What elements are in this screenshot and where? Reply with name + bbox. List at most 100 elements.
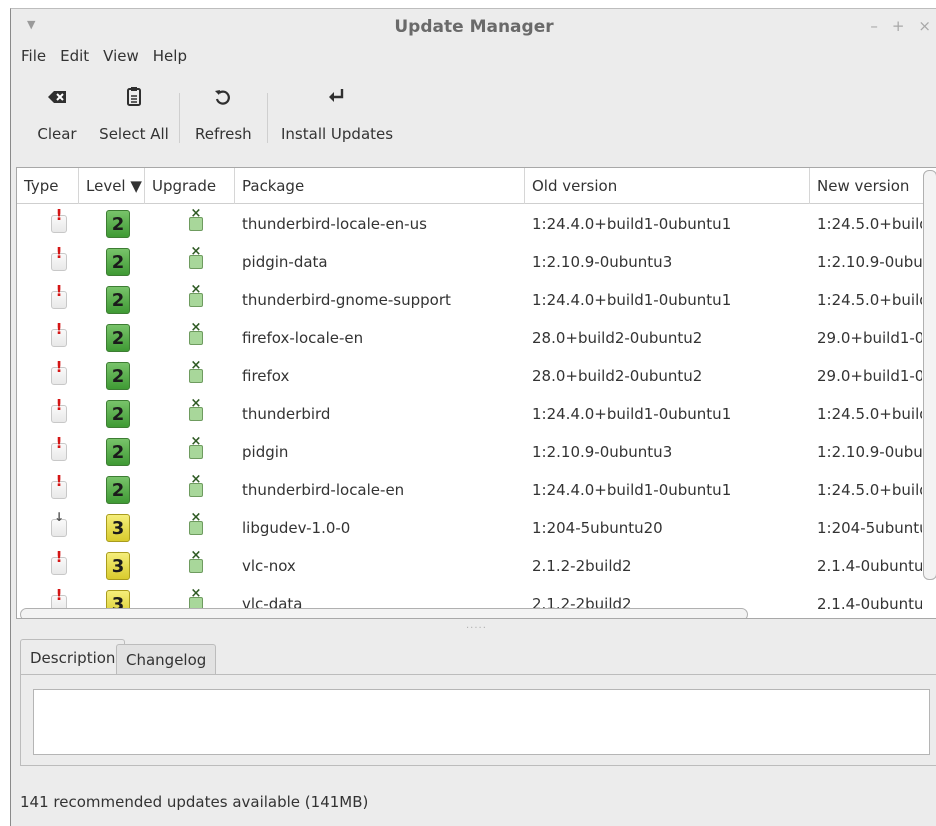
column-new-version[interactable]: New version xyxy=(810,168,930,204)
table-row[interactable]: 2 thunderbird 1:24.4.0+build1-0ubuntu1 1:24… xyxy=(17,395,936,433)
tab-changelog[interactable]: Changelog xyxy=(116,644,217,675)
package-name: thunderbird-locale-en-us xyxy=(242,215,427,233)
new-version: 1:2.10.9-0ubun xyxy=(817,443,922,461)
close-button[interactable]: × xyxy=(918,17,931,35)
refresh-label: Refresh xyxy=(195,125,252,143)
upgrade-checkbox[interactable] xyxy=(189,358,203,383)
level-badge: 2 xyxy=(106,476,130,504)
level-badge: 2 xyxy=(106,248,130,276)
package-name: vlc-nox xyxy=(242,557,296,575)
table-row[interactable]: 2 thunderbird-locale-en 1:24.4.0+build1-0u… xyxy=(17,471,936,509)
security-update-icon xyxy=(51,358,67,385)
tab-description[interactable]: Description xyxy=(20,639,126,675)
old-version: 2.1.2-2build2 xyxy=(532,557,632,575)
column-old-version[interactable]: Old version xyxy=(525,168,810,204)
new-version: 29.0+build1-0u xyxy=(817,329,922,347)
refresh-button[interactable]: Refresh xyxy=(195,83,252,143)
toolbar-separator xyxy=(267,93,268,143)
security-update-icon xyxy=(51,244,67,271)
level-badge: 3 xyxy=(106,514,130,542)
column-upgrade[interactable]: Upgrade xyxy=(145,168,235,204)
old-version: 1:2.10.9-0ubuntu3 xyxy=(532,443,673,461)
minimize-button[interactable]: – xyxy=(870,17,878,35)
select-all-button[interactable]: Select All xyxy=(99,83,169,143)
table-row[interactable]: 2 firefox 28.0+build2-0ubuntu2 29.0+build1-… xyxy=(17,357,936,395)
menu-edit[interactable]: Edit xyxy=(60,47,89,71)
table-row[interactable]: 2 thunderbird-gnome-support 1:24.4.0+build… xyxy=(17,281,936,319)
package-name: pidgin xyxy=(242,443,289,461)
column-level[interactable]: Level ▼ xyxy=(79,168,145,204)
level-badge: 2 xyxy=(106,362,130,390)
column-type[interactable]: Type xyxy=(17,168,79,204)
description-pane xyxy=(20,674,936,766)
refresh-icon xyxy=(215,90,230,105)
upgrade-checkbox[interactable] xyxy=(189,320,203,345)
menu-view[interactable]: View xyxy=(103,47,139,71)
upgrade-checkbox[interactable] xyxy=(189,282,203,307)
level-badge: 2 xyxy=(106,286,130,314)
old-version: 28.0+build2-0ubuntu2 xyxy=(532,329,703,347)
new-version: 29.0+build1-0u xyxy=(817,367,922,385)
package-name: thunderbird xyxy=(242,405,331,423)
package-update-icon xyxy=(51,510,67,537)
new-version: 1:24.5.0+build1 xyxy=(817,291,922,309)
table-row[interactable]: 3 libgudev-1.0-0 1:204-5ubuntu20 1:204-5ubu… xyxy=(17,509,936,547)
clipboard-icon xyxy=(127,87,141,106)
menu-bar: File Edit View Help xyxy=(11,47,187,71)
return-arrow-icon xyxy=(329,89,344,102)
upgrade-checkbox[interactable] xyxy=(189,434,203,459)
upgrade-checkbox[interactable] xyxy=(189,244,203,269)
new-version: 1:24.5.0+build1 xyxy=(817,481,922,499)
package-name: thunderbird-locale-en xyxy=(242,481,405,499)
table-row[interactable]: 2 thunderbird-locale-en-us 1:24.4.0+build1… xyxy=(17,205,936,243)
maximize-button[interactable]: + xyxy=(892,17,905,35)
package-name: firefox xyxy=(242,367,290,385)
security-update-icon xyxy=(51,320,67,347)
new-version: 2.1.4-0ubuntu1 xyxy=(817,595,922,613)
security-update-icon xyxy=(51,282,67,309)
toolbar-separator xyxy=(179,93,180,143)
description-text-area[interactable] xyxy=(33,689,930,755)
menu-help[interactable]: Help xyxy=(153,47,187,71)
upgrade-checkbox[interactable] xyxy=(189,206,203,231)
install-updates-label: Install Updates xyxy=(281,125,394,143)
install-updates-button[interactable]: Install Updates xyxy=(281,83,393,143)
security-update-icon xyxy=(51,396,67,423)
upgrade-checkbox[interactable] xyxy=(189,548,203,573)
update-manager-window: ▼ Update Manager – + × File Edit View He… xyxy=(10,8,936,826)
menu-file[interactable]: File xyxy=(21,47,46,71)
level-badge: 3 xyxy=(106,552,130,580)
security-update-icon xyxy=(51,206,67,233)
old-version: 1:24.4.0+build1-0ubuntu1 xyxy=(532,405,732,423)
table-row[interactable]: 2 pidgin-data 1:2.10.9-0ubuntu3 1:2.10.9-0u… xyxy=(17,243,936,281)
old-version: 1:24.4.0+build1-0ubuntu1 xyxy=(532,481,732,499)
clear-button[interactable]: Clear xyxy=(33,83,81,143)
horizontal-scrollbar[interactable] xyxy=(20,608,748,618)
select-all-label: Select All xyxy=(99,125,169,143)
upgrade-checkbox[interactable] xyxy=(189,396,203,421)
old-version: 1:24.4.0+build1-0ubuntu1 xyxy=(532,291,732,309)
new-version: 1:24.5.0+build1 xyxy=(817,405,922,423)
level-badge: 2 xyxy=(106,438,130,466)
updates-table: Type Level ▼ Upgrade Package Old version… xyxy=(16,167,936,619)
package-name: thunderbird-gnome-support xyxy=(242,291,451,309)
table-row[interactable]: 2 firefox-locale-en 28.0+build2-0ubuntu2 29… xyxy=(17,319,936,357)
table-header: Type Level ▼ Upgrade Package Old version… xyxy=(17,168,936,204)
table-row[interactable]: 3 vlc-nox 2.1.2-2build2 2.1.4-0ubuntu1 xyxy=(17,547,936,585)
window-title: Update Manager xyxy=(394,17,554,37)
security-update-icon xyxy=(51,472,67,499)
column-package[interactable]: Package xyxy=(235,168,525,204)
upgrade-checkbox[interactable] xyxy=(189,472,203,497)
upgrade-checkbox[interactable] xyxy=(189,510,203,535)
package-name: libgudev-1.0-0 xyxy=(242,519,351,537)
table-row[interactable]: 2 pidgin 1:2.10.9-0ubuntu3 1:2.10.9-0ubun xyxy=(17,433,936,471)
toolbar: Clear Select All Refresh Install Updates xyxy=(11,83,936,157)
old-version: 1:2.10.9-0ubuntu3 xyxy=(532,253,673,271)
security-update-icon xyxy=(51,434,67,461)
package-name: pidgin-data xyxy=(242,253,328,271)
new-version: 2.1.4-0ubuntu1 xyxy=(817,557,922,575)
new-version: 1:2.10.9-0ubun xyxy=(817,253,922,271)
pane-resize-handle[interactable]: ····· xyxy=(466,623,487,634)
title-bar: ▼ Update Manager – + × xyxy=(11,9,936,47)
security-update-icon xyxy=(51,548,67,575)
